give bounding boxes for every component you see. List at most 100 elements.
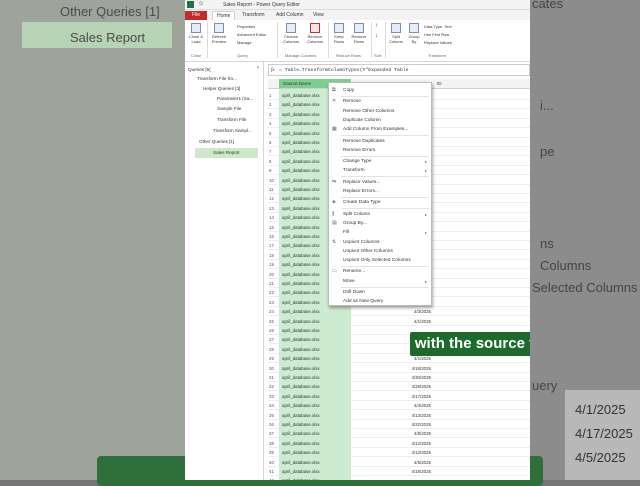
- menu-item-remove[interactable]: ✕ Remove: [329, 97, 431, 106]
- menu-item-move[interactable]: Move ▸: [329, 277, 431, 286]
- collapse-pane-button[interactable]: ‹: [257, 65, 259, 71]
- cell-date[interactable]: 4/1/2025: [352, 317, 434, 326]
- data-type-dropdown[interactable]: Data Type: Text: [424, 24, 452, 29]
- formula-text[interactable]: = Table.TransformColumnTypes(#"Expanded …: [279, 68, 409, 73]
- cell-date[interactable]: 4/28/2025: [352, 382, 434, 391]
- query-transform-file[interactable]: Transform File: [217, 117, 246, 122]
- menu-item-remove-duplicates[interactable]: Remove Duplicates: [329, 137, 431, 146]
- cell-source-name[interactable]: april_database.xlsx: [279, 335, 351, 345]
- replace-values-button[interactable]: Replace Values: [424, 40, 452, 45]
- menu-item-change-type[interactable]: Change Type ▸: [329, 157, 431, 166]
- cell-source-name[interactable]: april_database.xlsx: [279, 448, 351, 458]
- cell-source-name[interactable]: april_database.xlsx: [279, 438, 351, 448]
- formula-bar[interactable]: fx = Table.TransformColumnTypes(#"Expand…: [268, 64, 530, 76]
- table-row: 30 april_database.xlsx 4/18/2025: [268, 363, 530, 373]
- sort-asc-button[interactable]: ↑: [375, 23, 378, 29]
- remove-rows-button[interactable]: Remove Rows: [349, 23, 369, 44]
- cell-source-name[interactable]: april_database.xlsx: [279, 344, 351, 354]
- cell-date[interactable]: 4/18/2025: [352, 467, 434, 476]
- cell-date[interactable]: 4/12/2025: [352, 439, 434, 448]
- menu-item-remove-errors[interactable]: Remove Errors: [329, 146, 431, 155]
- cell-date[interactable]: 4/3/2025: [352, 307, 434, 316]
- divider: [371, 22, 372, 58]
- cell-date[interactable]: 4/4/2025: [352, 401, 434, 410]
- menu-item-drill-down[interactable]: Drill Down: [329, 288, 431, 297]
- manage-button[interactable]: Manage: [237, 40, 251, 45]
- cell-source-name[interactable]: april_database.xlsx: [279, 373, 351, 382]
- cell-date[interactable]: 4/13/2025: [352, 448, 434, 457]
- menu-item-transform[interactable]: Transform ▸: [329, 166, 431, 175]
- cell-date[interactable]: 4/30/2025: [352, 373, 434, 382]
- cell-source-name[interactable]: april_database.xlsx: [279, 420, 351, 429]
- menu-item-replace-errors[interactable]: Replace Errors...: [329, 187, 431, 196]
- menu-item-duplicate-column[interactable]: Duplicate Column: [329, 116, 431, 125]
- cell-date[interactable]: 4/5/2025: [352, 458, 434, 467]
- split-column-button[interactable]: Split Column: [387, 23, 405, 44]
- cell-source-name[interactable]: april_database.xlsx: [279, 363, 351, 373]
- query-parameter1[interactable]: Parameter1 (Sa...: [217, 96, 253, 101]
- cell-source-name[interactable]: april_database.xlsx: [279, 326, 351, 335]
- cell-date[interactable]: 4/8/2025: [352, 429, 434, 438]
- group-by-button[interactable]: Group By: [407, 23, 421, 44]
- tab-transform[interactable]: Transform: [238, 11, 269, 20]
- ribbon-tabs: File Home Transform Add Column View: [185, 10, 530, 20]
- cell-date[interactable]: 4/22/2025: [352, 420, 434, 429]
- menu-item-copy[interactable]: ⧉ Copy: [329, 86, 431, 95]
- query-group-other[interactable]: Other Queries [1]: [199, 139, 234, 144]
- window-title: Sales Report - Power Query Editor: [223, 2, 300, 8]
- row-number: 30: [269, 365, 274, 371]
- menu-item-unpivot-other-columns[interactable]: Unpivot Other Columns: [329, 247, 431, 256]
- cell-source-name[interactable]: april_database.xlsx: [279, 316, 351, 326]
- remove-columns-button[interactable]: Remove Columns: [304, 23, 326, 44]
- menu-item-unpivot-columns[interactable]: ⇅ Unpivot Columns: [329, 238, 431, 247]
- cell-source-name[interactable]: april_database.xlsx: [279, 391, 351, 401]
- menu-item-rename[interactable]: ▭ Rename...: [329, 267, 431, 276]
- refresh-preview-button[interactable]: Refresh Preview: [209, 23, 229, 44]
- query-group-transform-file[interactable]: Transform File fro...: [197, 76, 237, 81]
- menu-item-unpivot-only-selected-columns[interactable]: Unpivot Only Selected Columns: [329, 256, 431, 265]
- cell-source-name[interactable]: april_database.xlsx: [279, 457, 351, 467]
- tab-file[interactable]: File: [185, 11, 207, 20]
- close-load-button[interactable]: Close & Load: [187, 23, 205, 44]
- choose-columns-button[interactable]: Choose Columns: [280, 23, 302, 44]
- properties-button[interactable]: Properties: [237, 24, 255, 29]
- cell-source-name[interactable]: april_database.xlsx: [279, 307, 351, 317]
- tab-view[interactable]: View: [309, 11, 328, 20]
- sort-desc-button[interactable]: ↓: [375, 33, 378, 39]
- cell-date[interactable]: 4/13/2025: [352, 411, 434, 420]
- menu-item-split-column[interactable]: ⫼ Split Column ▸: [329, 210, 431, 219]
- menu-item-add-column-from-examples[interactable]: ▦ Add Column From Examples...: [329, 125, 431, 134]
- menu-item-label: Group By...: [343, 220, 367, 226]
- group-label-close: Close: [191, 53, 202, 58]
- query-sample-file[interactable]: Sample File: [217, 106, 241, 111]
- use-first-row-button[interactable]: Use First Row: [424, 32, 449, 37]
- row-number: 6: [269, 140, 272, 145]
- menu-item-add-as-new-query[interactable]: Add as New Query: [329, 297, 431, 306]
- menu-item-create-data-type[interactable]: ◈ Create Data Type: [329, 198, 431, 207]
- row-number-header[interactable]: [268, 79, 279, 89]
- advanced-editor-button[interactable]: Advanced Editor: [237, 32, 266, 37]
- tab-home[interactable]: Home: [212, 11, 236, 20]
- cell-date[interactable]: 4/18/2025: [352, 364, 434, 373]
- menu-item-group-by[interactable]: ▤ Group By...: [329, 219, 431, 228]
- keep-rows-button[interactable]: Keep Rows: [330, 23, 348, 44]
- column-header-id[interactable]: ID: [434, 79, 530, 89]
- column-name: Source.Name: [283, 81, 312, 86]
- query-sales-report[interactable]: Sales Report: [213, 150, 240, 155]
- cell-source-name[interactable]: april_database.xlsx: [279, 401, 351, 411]
- query-group-helper[interactable]: Helper Queries [3]: [203, 86, 240, 91]
- smiley-icon[interactable]: ☺: [198, 1, 204, 7]
- menu-item-replace-values[interactable]: ⇆ Replace Values...: [329, 178, 431, 187]
- tab-add-column[interactable]: Add Column: [272, 11, 308, 20]
- menu-item-remove-other-columns[interactable]: Remove Other Columns: [329, 107, 431, 116]
- cell-source-name[interactable]: april_database.xlsx: [279, 410, 351, 420]
- rename-icon: ▭: [332, 268, 337, 275]
- cell-source-name[interactable]: april_database.xlsx: [279, 429, 351, 439]
- menu-item-fill[interactable]: Fill ▸: [329, 228, 431, 237]
- query-transform-sample[interactable]: Transform Sampl...: [213, 128, 252, 133]
- cell-source-name[interactable]: april_database.xlsx: [279, 467, 351, 476]
- cell-source-name[interactable]: april_database.xlsx: [279, 476, 351, 480]
- cell-source-name[interactable]: april_database.xlsx: [279, 354, 351, 364]
- cell-source-name[interactable]: april_database.xlsx: [279, 382, 351, 392]
- cell-date[interactable]: 4/17/2025: [352, 392, 434, 401]
